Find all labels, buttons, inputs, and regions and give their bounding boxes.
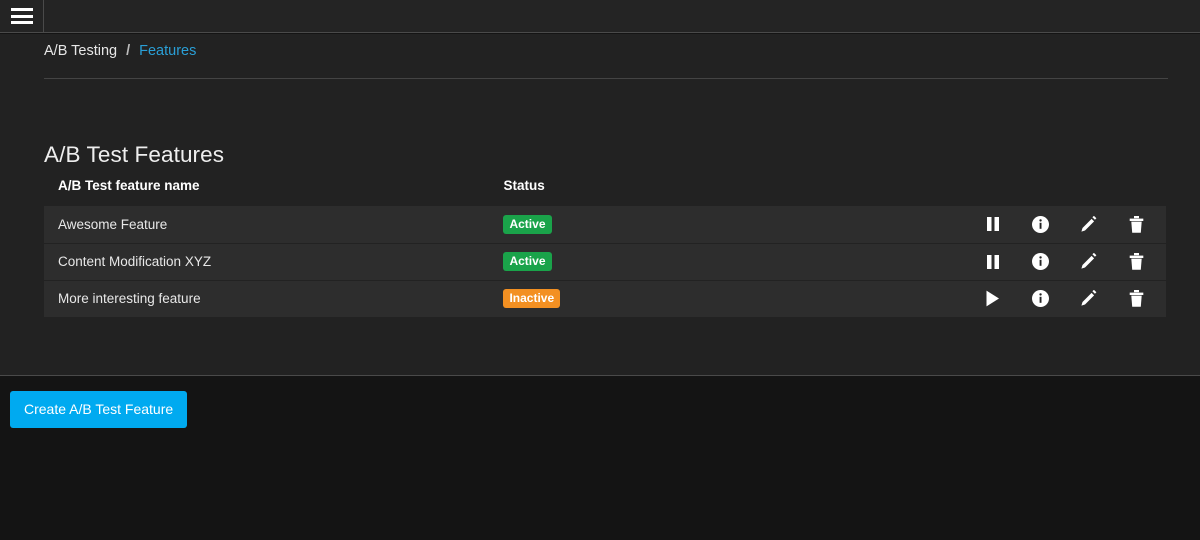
nav-toggle-button[interactable] [0,0,44,32]
footer-action-area: Create A/B Test Feature [0,377,1200,540]
status-badge: Inactive [503,289,561,308]
features-table-wrapper: A/B Test feature name Status Awesome Fea… [44,178,1166,318]
info-icon[interactable] [1018,247,1062,277]
column-header-actions [971,178,1166,206]
feature-actions-cell [971,243,1166,280]
feature-name-cell: Awesome Feature [58,216,168,232]
table-header-row: A/B Test feature name Status [44,178,1166,206]
feature-name-cell: Content Modification XYZ [58,254,212,269]
breadcrumb-separator: / [126,43,131,59]
status-badge: Active [503,252,552,271]
info-icon[interactable] [1018,209,1062,239]
column-header-status: Status [503,178,545,193]
table-row: More interesting feature Inactive [44,280,1166,317]
feature-status-cell: Inactive [503,280,970,317]
column-header-feature-name: A/B Test feature name [58,178,200,193]
edit-icon[interactable] [1066,284,1110,314]
status-badge: Active [503,214,552,234]
top-navigation-bar [0,0,1200,33]
features-table-body: Awesome Feature Active Content Modificat… [44,206,1166,317]
info-icon[interactable] [1018,284,1062,314]
table-row: Content Modification XYZ Active [44,243,1166,280]
edit-icon[interactable] [1066,247,1110,277]
delete-icon[interactable] [1114,209,1158,239]
delete-icon[interactable] [1114,247,1158,277]
create-ab-test-feature-button[interactable]: Create A/B Test Feature [10,391,188,428]
play-icon[interactable] [971,284,1015,314]
top-navigation-empty-area [44,0,1200,32]
feature-actions-cell [971,280,1166,317]
features-table-head: A/B Test feature name Status [44,178,1166,206]
delete-icon[interactable] [1114,284,1158,314]
feature-status-cell: Active [503,206,970,243]
feature-actions-cell [971,206,1166,243]
breadcrumb-item-features[interactable]: Features [139,43,196,59]
breadcrumb-item-ab-testing[interactable]: A/B Testing [44,43,117,59]
pause-icon[interactable] [971,209,1015,239]
table-row: Awesome Feature Active [44,206,1166,243]
features-table: A/B Test feature name Status Awesome Fea… [44,178,1166,318]
feature-name-cell: More interesting feature [58,291,201,306]
feature-status-cell: Active [503,243,970,280]
edit-icon[interactable] [1066,209,1110,239]
hamburger-icon [10,8,33,24]
page-title: A/B Test Features [44,142,225,167]
pause-icon[interactable] [971,247,1015,277]
breadcrumb: A/B Testing / Features [44,43,1168,79]
